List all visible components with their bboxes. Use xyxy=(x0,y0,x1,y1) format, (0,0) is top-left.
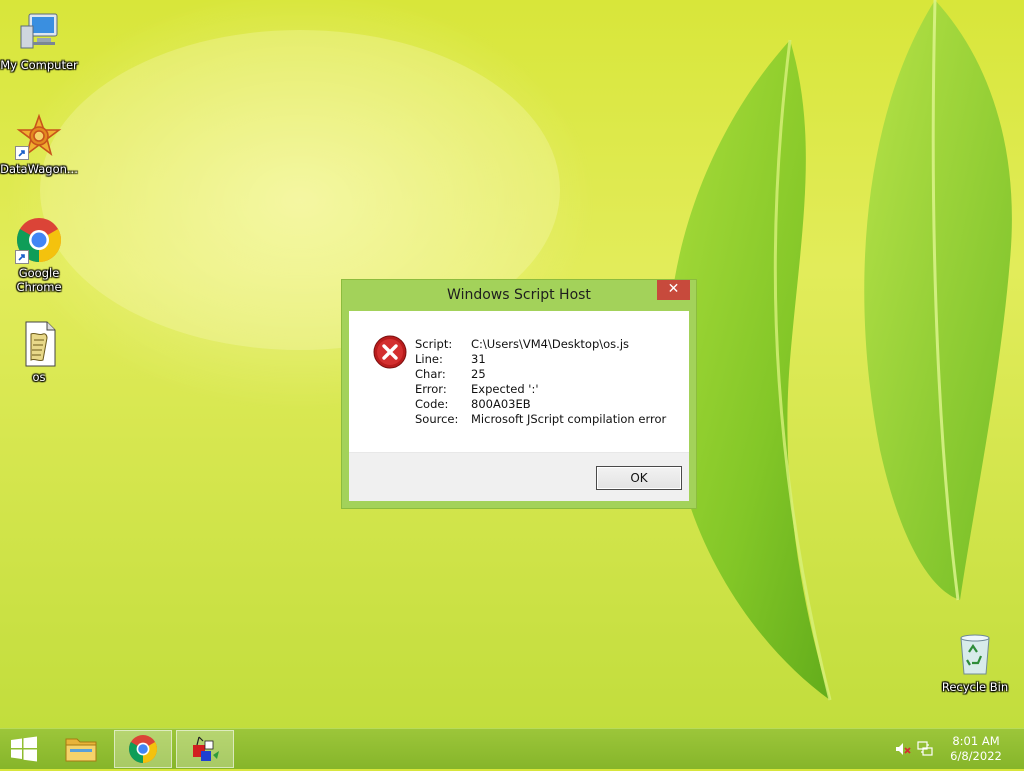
desktop-icon-os-script[interactable]: os xyxy=(0,320,78,384)
taskbar-script-host[interactable] xyxy=(176,730,234,768)
clock[interactable]: 8:01 AM 6/8/2022 xyxy=(946,734,1006,764)
dialog-footer: OK xyxy=(349,452,689,501)
start-button[interactable] xyxy=(0,730,48,768)
datawagon-icon xyxy=(15,112,63,160)
dialog-title: Windows Script Host xyxy=(447,287,591,303)
desktop-icon-label: Google Chrome xyxy=(16,266,62,294)
detail-value: 25 xyxy=(471,367,486,381)
close-button[interactable]: ✕ xyxy=(657,280,690,300)
detail-value: Expected ':' xyxy=(471,382,539,396)
detail-key: Error: xyxy=(415,382,447,396)
detail-row-char: Char: 25 xyxy=(415,367,666,382)
detail-key: Source: xyxy=(415,412,459,426)
detail-row-code: Code: 800A03EB xyxy=(415,397,666,412)
folder-icon xyxy=(65,738,97,762)
desktop-icon-label: Recycle Bin xyxy=(941,680,1009,694)
desktop-icon-my-computer[interactable]: My Computer xyxy=(0,8,78,72)
volume-button[interactable] xyxy=(894,740,912,758)
chrome-icon xyxy=(129,735,157,763)
detail-row-line: Line: 31 xyxy=(415,352,666,367)
taskbar-file-explorer[interactable] xyxy=(56,730,106,768)
clock-date: 6/8/2022 xyxy=(950,749,1002,763)
shortcut-arrow-icon xyxy=(15,250,29,264)
detail-value: Microsoft JScript compilation error xyxy=(471,412,667,426)
windows-logo-icon xyxy=(11,736,37,762)
detail-value: 31 xyxy=(471,352,486,366)
detail-key: Script: xyxy=(415,337,453,351)
desktop-icon-recycle-bin[interactable]: Recycle Bin xyxy=(936,630,1014,694)
system-tray: 8:01 AM 6/8/2022 xyxy=(884,729,1024,769)
shortcut-arrow-icon xyxy=(15,146,29,160)
detail-value: C:\Users\VM4\Desktop\os.js xyxy=(471,337,630,351)
desktop-icon-datawagon[interactable]: DataWagon... xyxy=(0,112,78,176)
network-button[interactable] xyxy=(916,740,934,758)
taskbar-chrome[interactable] xyxy=(114,730,172,768)
network-icon xyxy=(917,741,933,756)
detail-row-source: Source: Microsoft JScript compilation er… xyxy=(415,412,666,427)
computer-icon xyxy=(15,8,63,56)
speaker-muted-icon xyxy=(896,743,911,755)
close-icon: ✕ xyxy=(667,281,680,297)
detail-key: Code: xyxy=(415,397,449,411)
error-details: Script: C:\Users\VM4\Desktop\os.js Line:… xyxy=(415,337,666,427)
chrome-icon xyxy=(15,216,63,264)
dialog-content: Script: C:\Users\VM4\Desktop\os.js Line:… xyxy=(349,311,689,501)
error-icon xyxy=(373,335,407,369)
script-host-icon xyxy=(193,736,219,761)
detail-key: Line: xyxy=(415,352,443,366)
desktop-icon-google-chrome[interactable]: Google Chrome xyxy=(0,216,78,294)
recycle-bin-icon xyxy=(951,630,999,678)
detail-row-error: Error: Expected ':' xyxy=(415,382,666,397)
ok-button[interactable]: OK xyxy=(596,466,682,490)
desktop-icon-label: DataWagon... xyxy=(0,162,78,176)
desktop-icon-label: My Computer xyxy=(0,58,78,72)
detail-row-script: Script: C:\Users\VM4\Desktop\os.js xyxy=(415,337,666,352)
script-file-icon xyxy=(15,320,63,368)
taskbar: 8:01 AM 6/8/2022 xyxy=(0,728,1024,769)
desktop-icon-label: os xyxy=(32,370,46,384)
detail-value: 800A03EB xyxy=(471,397,531,411)
detail-key: Char: xyxy=(415,367,446,381)
clock-time: 8:01 AM xyxy=(952,734,1000,748)
script-host-dialog: Windows Script Host ✕ Script: C:\Users\V… xyxy=(341,279,697,509)
